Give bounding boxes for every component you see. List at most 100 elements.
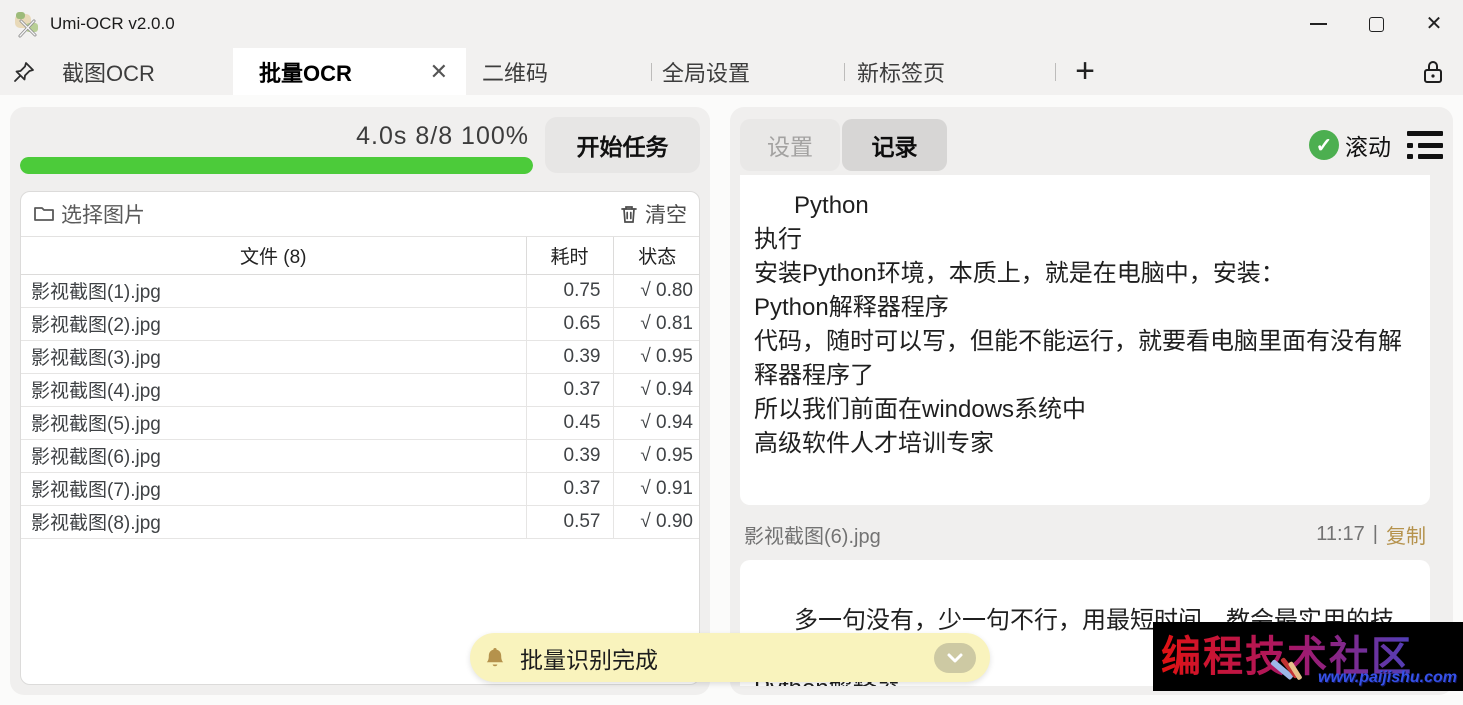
table-row[interactable]: 影视截图(7).jpg 0.37 √ 0.91: [21, 472, 700, 505]
file-name-cell: 影视截图(3).jpg: [21, 340, 526, 373]
status-cell: √ 0.94: [613, 373, 700, 406]
titlebar: Umi-OCR v2.0.0 ✕: [0, 0, 1463, 48]
list-icon-row: [1407, 143, 1443, 148]
status-cell: √ 0.80: [613, 274, 700, 307]
tab-batch-ocr-active[interactable]: 批量OCR ✕: [233, 48, 466, 95]
table-row[interactable]: 影视截图(8).jpg 0.57 √ 0.90: [21, 505, 700, 538]
status-cell: √ 0.95: [613, 439, 700, 472]
watermark-url: www.paijishu.com: [1318, 669, 1457, 687]
column-header-status[interactable]: 状态: [613, 237, 700, 274]
results-header: 设置 记录 ✓ 滚动: [740, 117, 1443, 173]
add-tab-button[interactable]: +: [1056, 48, 1114, 95]
pin-window-button[interactable]: [0, 48, 48, 95]
window-title: Umi-OCR v2.0.0: [50, 14, 175, 34]
file-list-toolbar: 选择图片 清空: [21, 192, 699, 237]
minimize-icon: [1310, 23, 1327, 25]
pushpin-icon: [12, 60, 36, 84]
tab-label: 全局设置: [662, 56, 750, 88]
ocr-result-text: Python 执行 安装Python环境，本质上，就是在电脑中，安装： Pyth…: [754, 192, 1402, 457]
notification-text: 批量识别完成: [520, 641, 658, 675]
record-timestamp: 11:17: [1316, 523, 1365, 546]
time-cell: 0.37: [526, 472, 613, 505]
pencils-icon: [1268, 655, 1312, 689]
status-cell: √ 0.94: [613, 406, 700, 439]
status-cell: √ 0.90: [613, 505, 700, 538]
lock-ui-button[interactable]: [1417, 56, 1449, 88]
tab-qrcode[interactable]: 二维码: [466, 48, 651, 95]
status-cell: √ 0.81: [613, 307, 700, 340]
notification-toast[interactable]: 批量识别完成: [470, 633, 990, 682]
tab-records[interactable]: 记录: [842, 119, 947, 171]
trash-icon: [619, 203, 639, 225]
file-name-cell: 影视截图(8).jpg: [21, 505, 526, 538]
task-header: 4.0s 8/8 100% 开始任务: [20, 117, 700, 181]
file-name-cell: 影视截图(4).jpg: [21, 373, 526, 406]
folder-icon: [33, 204, 55, 224]
close-button[interactable]: ✕: [1405, 0, 1463, 48]
tab-label: 截图OCR: [62, 56, 155, 88]
close-icon: ✕: [1426, 14, 1443, 34]
select-images-label: 选择图片: [61, 199, 145, 229]
window-controls: ✕: [1289, 0, 1463, 48]
table-row[interactable]: 影视截图(5).jpg 0.45 √ 0.94: [21, 406, 700, 439]
batch-task-panel: 4.0s 8/8 100% 开始任务 选择图片 清空: [10, 107, 710, 695]
record-file-name: 影视截图(6).jpg: [744, 520, 881, 549]
time-cell: 0.65: [526, 307, 613, 340]
status-cell: √ 0.95: [613, 340, 700, 373]
maximize-button[interactable]: [1347, 0, 1405, 48]
ocr-result-card[interactable]: Python 执行 安装Python环境，本质上，就是在电脑中，安装： Pyth…: [740, 175, 1430, 505]
time-cell: 0.39: [526, 439, 613, 472]
start-task-button[interactable]: 开始任务: [545, 117, 700, 173]
file-list-card: 选择图片 清空 文件 (8) 耗时 状态: [20, 191, 700, 685]
file-name-cell: 影视截图(1).jpg: [21, 274, 526, 307]
maximize-icon: [1369, 17, 1384, 32]
time-cell: 0.75: [526, 274, 613, 307]
list-icon-row: [1407, 131, 1443, 136]
table-row[interactable]: 影视截图(6).jpg 0.39 √ 0.95: [21, 439, 700, 472]
clear-list-button[interactable]: 清空: [619, 199, 687, 229]
file-table-header-row: 文件 (8) 耗时 状态: [21, 237, 700, 274]
auto-scroll-label: 滚动: [1345, 128, 1391, 162]
tab-bar: 截图OCR 批量OCR ✕ 二维码 全局设置 新标签页 +: [0, 48, 1463, 95]
column-header-file[interactable]: 文件 (8): [21, 237, 526, 274]
time-cell: 0.57: [526, 505, 613, 538]
ocr-records-list[interactable]: Python 执行 安装Python环境，本质上，就是在电脑中，安装： Pyth…: [740, 175, 1430, 686]
select-images-button[interactable]: 选择图片: [33, 199, 145, 229]
table-row[interactable]: 影视截图(1).jpg 0.75 √ 0.80: [21, 274, 700, 307]
time-cell: 0.37: [526, 373, 613, 406]
notification-dismiss-button[interactable]: [934, 643, 976, 673]
minimize-button[interactable]: [1289, 0, 1347, 48]
record-meta-right: 11:17 | 复制: [1316, 520, 1426, 549]
tab-settings[interactable]: 设置: [740, 119, 840, 171]
tab-new-page[interactable]: 新标签页: [845, 48, 1055, 95]
table-row[interactable]: 影视截图(4).jpg 0.37 √ 0.94: [21, 373, 700, 406]
tab-label: 批量OCR: [259, 56, 352, 88]
record-meta-row: 影视截图(6).jpg 11:17 | 复制: [744, 520, 1426, 549]
record-menu-button[interactable]: [1407, 131, 1443, 159]
results-panel: 设置 记录 ✓ 滚动 Python 执行 安装Python环境，本质上，就是在电…: [730, 107, 1453, 695]
time-cell: 0.45: [526, 406, 613, 439]
task-stats: 4.0s 8/8 100%: [20, 117, 533, 157]
progress-bar: [20, 157, 533, 174]
list-icon-row: [1407, 154, 1443, 159]
column-header-time[interactable]: 耗时: [526, 237, 613, 274]
tab-label: 新标签页: [857, 56, 945, 88]
bell-icon: [484, 646, 506, 670]
status-cell: √ 0.91: [613, 472, 700, 505]
chevron-down-icon: [946, 652, 964, 664]
checkbox-checked-icon[interactable]: ✓: [1309, 130, 1339, 160]
copy-link[interactable]: 复制: [1386, 520, 1426, 549]
table-row[interactable]: 影视截图(3).jpg 0.39 √ 0.95: [21, 340, 700, 373]
meta-separator: |: [1373, 523, 1378, 546]
tab-close-icon[interactable]: ✕: [430, 59, 448, 85]
file-name-cell: 影视截图(7).jpg: [21, 472, 526, 505]
table-row[interactable]: 影视截图(2).jpg 0.65 √ 0.81: [21, 307, 700, 340]
time-cell: 0.39: [526, 340, 613, 373]
clear-list-label: 清空: [645, 199, 687, 229]
auto-scroll-toggle[interactable]: ✓ 滚动: [1309, 128, 1391, 162]
task-progress-area: 4.0s 8/8 100%: [20, 117, 545, 181]
tab-global-settings[interactable]: 全局设置: [652, 48, 844, 95]
tab-screenshot-ocr[interactable]: 截图OCR: [48, 48, 233, 95]
file-name-cell: 影视截图(5).jpg: [21, 406, 526, 439]
app-logo-icon: [12, 9, 42, 39]
